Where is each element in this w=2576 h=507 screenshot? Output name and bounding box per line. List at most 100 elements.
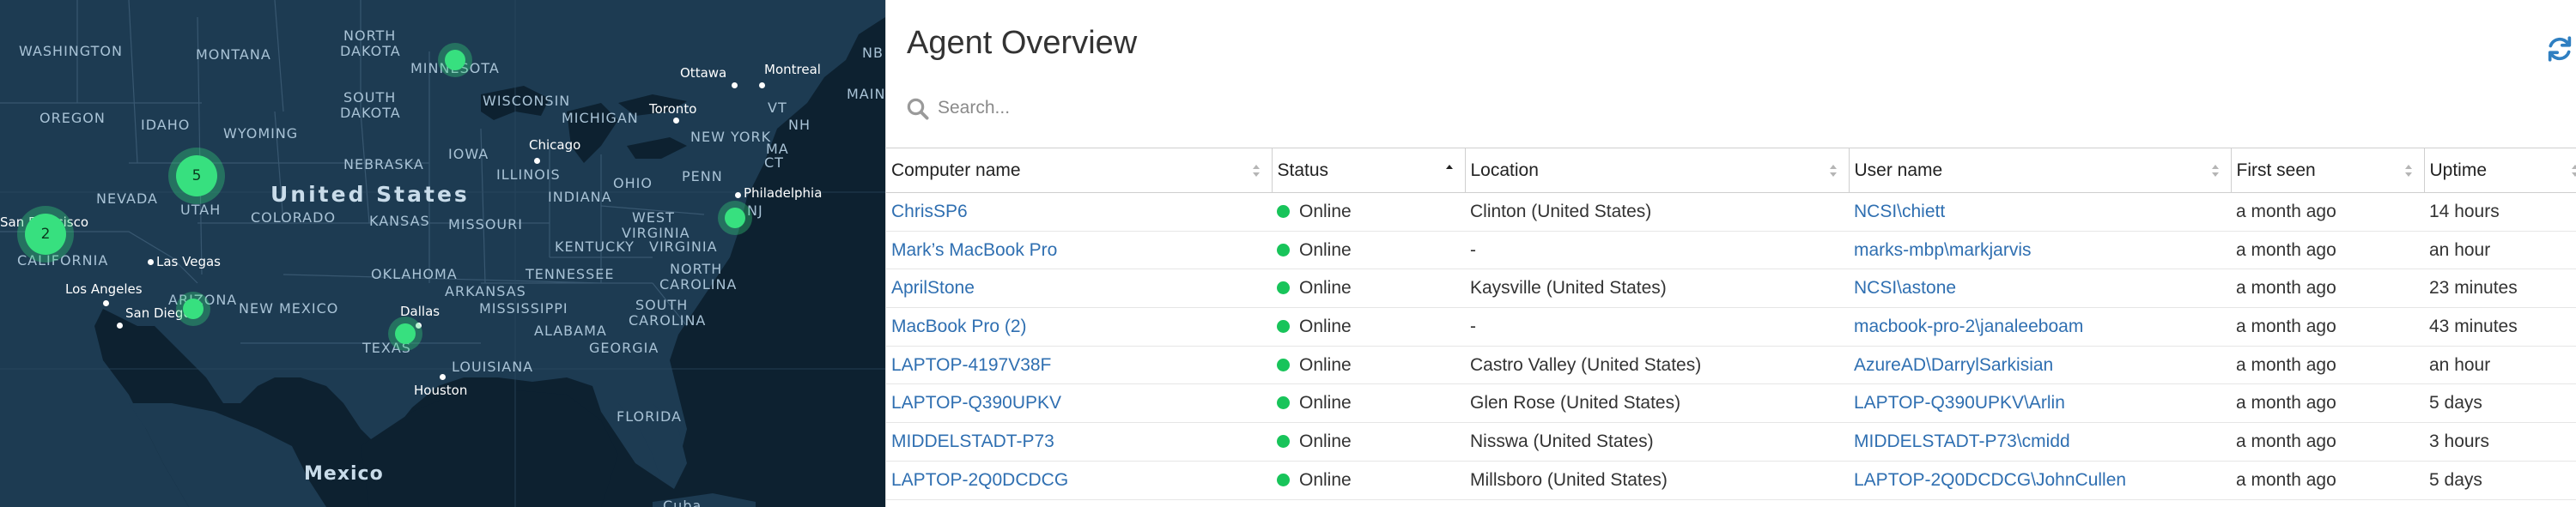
column-label: Uptime xyxy=(2429,160,2488,180)
column-header-computer-name[interactable]: Computer name xyxy=(886,148,1273,193)
map-label-nebraska: NEBRASKA xyxy=(343,156,424,172)
map-label-missouri: MISSOURI xyxy=(448,216,523,232)
city-dot-ottawa xyxy=(732,82,738,88)
location-cell: Clinton (United States) xyxy=(1465,192,1849,232)
city-label-toronto: Toronto xyxy=(649,101,697,117)
sort-icon xyxy=(2404,165,2412,177)
online-status-icon xyxy=(1277,396,1290,410)
computer-name-link[interactable]: AprilStone xyxy=(886,269,1272,309)
computer-name-link[interactable]: ChrisSP6 xyxy=(886,192,1272,232)
user-name-link[interactable]: NCSI\astone xyxy=(1849,269,2231,309)
computer-name-link[interactable]: Mark’s MacBook Pro xyxy=(886,231,1272,270)
uptime-cell: 43 minutes xyxy=(2424,307,2576,347)
uptime-cell: an hour xyxy=(2424,231,2576,270)
status-cell: Online xyxy=(1272,422,1465,462)
map-label-north-dakota-1: NORTH xyxy=(343,27,397,44)
table-row[interactable]: ChrisSP6 Online Clinton (United States) … xyxy=(886,192,2576,232)
status-text: Online xyxy=(1299,393,1352,413)
first-seen-cell: a month ago xyxy=(2231,461,2424,500)
uptime-cell: 3 hours xyxy=(2424,422,2576,462)
status-cell: Online xyxy=(1272,346,1465,385)
city-dot-montreal xyxy=(759,82,765,88)
user-name-link[interactable]: LAPTOP-Q390UPKV\Arlin xyxy=(1849,383,2231,424)
map-label-michigan: MICHIGAN xyxy=(562,110,639,126)
computer-name-link[interactable]: MIDDELSTADT-P73 xyxy=(886,422,1272,462)
user-name-link[interactable]: MIDDELSTADT-P73\cmidd xyxy=(1849,422,2231,462)
map-label-georgia: GEORGIA xyxy=(589,340,659,356)
column-header-status[interactable]: Status xyxy=(1272,148,1466,193)
online-status-icon xyxy=(1277,358,1290,371)
column-header-location[interactable]: Location xyxy=(1465,148,1850,193)
first-seen-cell: a month ago xyxy=(2231,307,2424,347)
sort-icon xyxy=(2572,165,2576,177)
map-label-mississippi: MISSISSIPPI xyxy=(479,300,568,317)
user-name-link[interactable]: macbook-pro-2\janaleeboam xyxy=(1849,307,2231,347)
user-name-link[interactable]: AzureAD\DarrylSarkisian xyxy=(1849,346,2231,385)
city-dot-houston xyxy=(440,374,446,380)
computer-name-link[interactable]: LAPTOP-Q390UPKV xyxy=(886,383,1272,424)
online-status-icon xyxy=(1277,281,1290,295)
map-view[interactable]: WASHINGTON MONTANA NORTH DAKOTA MINNESOT… xyxy=(0,0,885,507)
map-cluster-utah[interactable]: 5 xyxy=(168,148,225,204)
cluster-count: 2 xyxy=(40,226,51,243)
map-cluster-california[interactable]: 2 xyxy=(17,206,74,263)
refresh-icon xyxy=(2548,36,2572,62)
column-header-first-seen[interactable]: First seen xyxy=(2231,148,2425,193)
table-row[interactable]: Mark’s MacBook Pro Online - marks-mbp\ma… xyxy=(886,231,2576,270)
map-label-utah: UTAH xyxy=(180,202,222,218)
map-label-nb: NB xyxy=(862,45,884,61)
status-text: Online xyxy=(1299,239,1352,260)
map-label-arkansas: ARKANSAS xyxy=(445,283,526,299)
map-marker-texas[interactable] xyxy=(388,317,422,351)
user-name-link[interactable]: NCSI\chiett xyxy=(1849,192,2231,232)
map-label-south-dakota-1: SOUTH xyxy=(343,89,397,106)
map-marker-new-jersey[interactable] xyxy=(718,201,752,235)
search-input[interactable] xyxy=(938,94,1659,122)
status-text: Online xyxy=(1299,316,1352,336)
map-marker-arizona[interactable] xyxy=(176,292,210,326)
computer-name-link[interactable]: LAPTOP-4197V38F xyxy=(886,346,1272,385)
computer-name-link[interactable]: LAPTOP-2Q0DCDCG xyxy=(886,461,1272,500)
location-cell: Kaysville (United States) xyxy=(1465,269,1849,309)
user-name-link[interactable]: marks-mbp\markjarvis xyxy=(1849,231,2231,270)
city-dot-los-angeles xyxy=(103,300,109,306)
location-cell: Nisswa (United States) xyxy=(1465,422,1849,462)
map-label-oregon: OREGON xyxy=(39,110,106,126)
map-label-wyoming: WYOMING xyxy=(223,125,299,142)
status-text: Online xyxy=(1299,354,1352,375)
map-label-south-carolina-1: SOUTH xyxy=(635,297,689,313)
city-dot-philadelphia xyxy=(735,192,741,198)
column-label: Status xyxy=(1277,160,1329,180)
map-label-united-states: United States xyxy=(270,182,470,207)
agents-table: Computer name Status Location User name … xyxy=(886,148,2576,500)
user-name-link[interactable]: LAPTOP-2Q0DCDCG\JohnCullen xyxy=(1849,461,2231,500)
map-label-ohio: OHIO xyxy=(613,175,653,191)
status-text: Online xyxy=(1299,469,1352,490)
location-cell: Millsboro (United States) xyxy=(1465,461,1849,500)
computer-name-link[interactable]: MacBook Pro (2) xyxy=(886,307,1272,347)
map-label-nh: NH xyxy=(788,117,811,133)
city-label-ottawa: Ottawa xyxy=(680,65,727,81)
status-cell: Online xyxy=(1272,383,1465,424)
cluster-count: 5 xyxy=(191,167,202,184)
first-seen-cell: a month ago xyxy=(2231,383,2424,424)
map-marker-minnesota[interactable] xyxy=(438,43,472,77)
city-label-philadelphia: Philadelphia xyxy=(744,185,823,201)
table-row[interactable]: MacBook Pro (2) Online - macbook-pro-2\j… xyxy=(886,307,2576,347)
column-header-uptime[interactable]: Uptime xyxy=(2424,148,2576,193)
sort-ascending-icon xyxy=(1445,165,1453,169)
page-title: Agent Overview xyxy=(907,25,1138,61)
sort-icon xyxy=(1829,165,1837,177)
column-header-user-name[interactable]: User name xyxy=(1849,148,2232,193)
city-dot-toronto xyxy=(673,118,679,124)
table-row[interactable]: LAPTOP-4197V38F Online Castro Valley (Un… xyxy=(886,346,2576,385)
table-row[interactable]: MIDDELSTADT-P73 Online Nisswa (United St… xyxy=(886,422,2576,462)
table-row[interactable]: LAPTOP-Q390UPKV Online Glen Rose (United… xyxy=(886,383,2576,424)
refresh-button[interactable] xyxy=(2545,34,2574,63)
map-label-kansas: KANSAS xyxy=(369,213,430,229)
first-seen-cell: a month ago xyxy=(2231,192,2424,232)
table-row[interactable]: AprilStone Online Kaysville (United Stat… xyxy=(886,269,2576,309)
map-label-penn: PENN xyxy=(682,168,723,184)
map-label-new-mexico: NEW MEXICO xyxy=(239,300,339,317)
table-row[interactable]: LAPTOP-2Q0DCDCG Online Millsboro (United… xyxy=(886,461,2576,500)
